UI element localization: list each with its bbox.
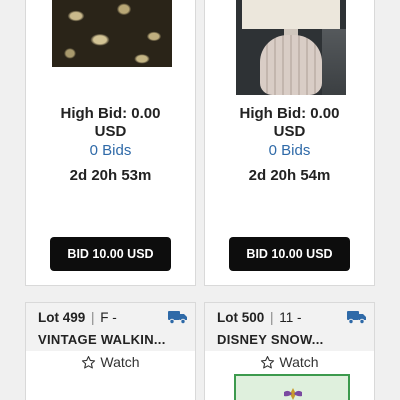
lot-card[interactable]: Lot 499 | F - VINTAGE WALKIN... Watch bbox=[25, 302, 196, 400]
bid-button[interactable]: BID 10.00 USD bbox=[229, 237, 350, 271]
bid-info: High Bid: 0.00 USD 0 Bids 2d 20h 54m bbox=[205, 105, 374, 185]
lot-number: Lot 499 bbox=[38, 310, 86, 325]
lot-title-link[interactable]: VINTAGE WALKIN... bbox=[38, 332, 176, 347]
lot-card[interactable]: High Bid: 0.00 USD 0 Bids 2d 20h 53m BID… bbox=[25, 0, 196, 286]
star-outline-icon bbox=[82, 355, 96, 368]
bid-count-link[interactable]: 0 Bids bbox=[205, 142, 374, 160]
lot-category: F - bbox=[100, 310, 117, 325]
lot-image-snow-globe-box[interactable] bbox=[234, 374, 350, 400]
time-remaining: 2d 20h 54m bbox=[248, 167, 331, 184]
lamp-base bbox=[260, 35, 322, 95]
high-bid-currency: USD bbox=[94, 123, 127, 140]
star-outline-icon bbox=[261, 355, 275, 368]
high-bid-currency: USD bbox=[273, 123, 306, 140]
high-bid: High Bid: 0.00 bbox=[239, 105, 340, 122]
lot-header: Lot 500 | 11 - DISNEY SNOW... bbox=[205, 303, 374, 351]
time-remaining: 2d 20h 53m bbox=[69, 167, 152, 184]
high-bid: High Bid: 0.00 bbox=[60, 105, 161, 122]
truck-icon bbox=[168, 311, 187, 324]
lot-line: Lot 499 | F - bbox=[38, 310, 117, 325]
lot-category: 11 - bbox=[279, 310, 302, 325]
separator: | bbox=[87, 310, 99, 325]
lot-header: Lot 499 | F - VINTAGE WALKIN... bbox=[26, 303, 195, 351]
lot-title-link[interactable]: DISNEY SNOW... bbox=[217, 332, 355, 347]
lot-image-lamp[interactable] bbox=[236, 0, 346, 95]
bid-count-link[interactable]: 0 Bids bbox=[26, 142, 195, 160]
lot-image-fabric[interactable] bbox=[52, 0, 172, 67]
watch-label: Watch bbox=[100, 354, 140, 370]
bid-info: High Bid: 0.00 USD 0 Bids 2d 20h 53m bbox=[26, 105, 195, 185]
watch-label: Watch bbox=[279, 354, 319, 370]
lamp-shade bbox=[242, 0, 340, 29]
ornament-graphic bbox=[284, 388, 302, 400]
watch-button[interactable]: Watch bbox=[205, 354, 374, 370]
lot-card[interactable]: High Bid: 0.00 USD 0 Bids 2d 20h 54m BID… bbox=[204, 0, 375, 286]
lot-line: Lot 500 | 11 - bbox=[217, 310, 302, 325]
truck-icon bbox=[347, 311, 366, 324]
watch-button[interactable]: Watch bbox=[26, 354, 195, 370]
lot-card[interactable]: Lot 500 | 11 - DISNEY SNOW... Watch bbox=[204, 302, 375, 400]
bid-button[interactable]: BID 10.00 USD bbox=[50, 237, 171, 271]
lot-number: Lot 500 bbox=[217, 310, 265, 325]
lamp-background bbox=[322, 29, 346, 95]
separator: | bbox=[266, 310, 278, 325]
